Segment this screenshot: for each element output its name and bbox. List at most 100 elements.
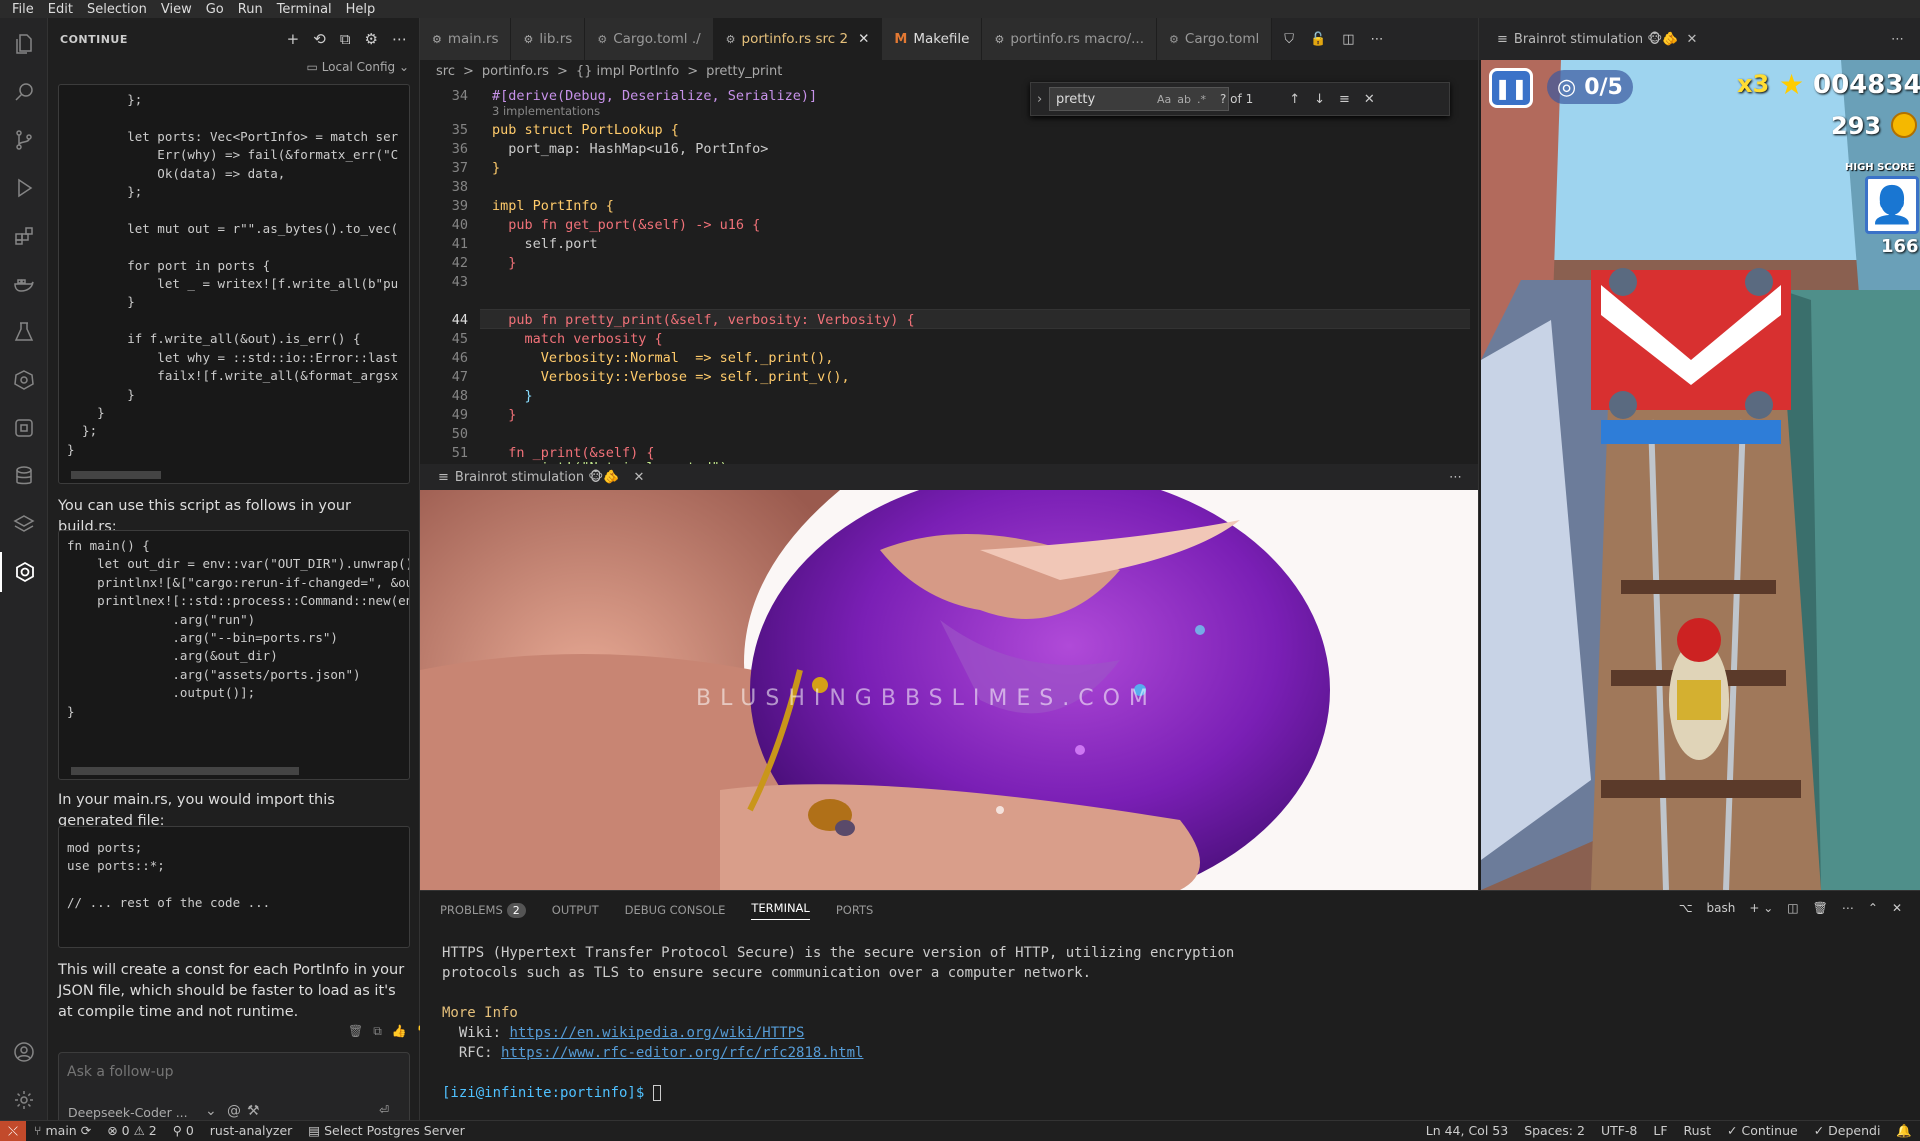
match-case-icon[interactable]: Aa: [1157, 93, 1171, 106]
docker-icon[interactable]: [0, 264, 48, 304]
avatar[interactable]: 👤: [1865, 176, 1919, 234]
branch-indicator[interactable]: ⑂ main ⟳: [26, 1123, 99, 1138]
dependi-status[interactable]: ✓ Dependi: [1806, 1123, 1889, 1138]
menu-selection[interactable]: Selection: [81, 2, 155, 17]
close-icon[interactable]: ✕: [1364, 92, 1375, 107]
encoding[interactable]: UTF-8: [1593, 1123, 1645, 1138]
code-block-3[interactable]: mod ports; use ports::*; // ... rest of …: [58, 826, 410, 948]
tab-terminal[interactable]: TERMINAL: [751, 901, 810, 920]
filter-icon[interactable]: ⛉: [1284, 32, 1294, 47]
problems-indicator[interactable]: ⊗ 0 ⚠ 2: [99, 1123, 165, 1138]
new-session-icon[interactable]: +: [287, 30, 300, 48]
indentation[interactable]: Spaces: 2: [1516, 1123, 1593, 1138]
tab-cargo-toml-2[interactable]: ⚙ Cargo.toml: [1157, 18, 1273, 60]
arrow-up-icon[interactable]: ↑: [1289, 92, 1300, 107]
shell-name[interactable]: bash: [1707, 901, 1736, 915]
tab-portinfo-macro[interactable]: ⚙ portinfo.rs macro/...: [982, 18, 1158, 60]
tab-lib-rs[interactable]: ⚙ lib.rs: [511, 18, 586, 60]
lock-icon[interactable]: 🔓: [1310, 32, 1326, 47]
terminal-output[interactable]: HTTPS (Hypertext Transfer Protocol Secur…: [442, 943, 1234, 1103]
game-panel-title[interactable]: Brainrot stimulation 🐵🫵: [1514, 32, 1679, 47]
layers-icon[interactable]: [0, 504, 48, 544]
explorer-icon[interactable]: [0, 24, 48, 64]
breadcrumb-src[interactable]: src: [436, 64, 455, 79]
close-icon[interactable]: ✕: [1686, 32, 1697, 47]
rfc-link[interactable]: https://www.rfc-editor.org/rfc/rfc2818.h…: [501, 1045, 863, 1061]
tab-makefile[interactable]: M Makefile: [882, 18, 983, 60]
breadcrumb-impl[interactable]: {} impl PortInfo: [576, 64, 679, 79]
pause-button[interactable]: ❚❚: [1489, 68, 1533, 108]
postgres-selector[interactable]: ▤ Select Postgres Server: [300, 1123, 472, 1138]
remote-indicator-icon[interactable]: ⤬: [0, 1120, 27, 1141]
enter-icon[interactable]: ⏎: [379, 1103, 389, 1117]
tools-icon[interactable]: ⚒: [247, 1103, 260, 1119]
notifications-bell-icon[interactable]: 🔔: [1888, 1123, 1920, 1139]
more-icon[interactable]: ⋯: [1449, 470, 1462, 485]
history-icon[interactable]: ⟲: [313, 30, 326, 48]
codelens[interactable]: 3 implementations: [492, 104, 600, 118]
code-block-1[interactable]: }; let ports: Vec<PortInfo> = match ser …: [58, 84, 410, 484]
testing-icon[interactable]: [0, 312, 48, 352]
find-in-selection-icon[interactable]: ≡: [1339, 92, 1350, 107]
follow-up-input[interactable]: [67, 1061, 397, 1083]
ports-indicator[interactable]: ⚲ 0: [165, 1123, 202, 1138]
run-debug-icon[interactable]: [0, 168, 48, 208]
continue-status[interactable]: ✓ Continue: [1719, 1123, 1806, 1138]
breadcrumb-file[interactable]: portinfo.rs: [482, 64, 549, 79]
more-icon[interactable]: ⋯: [392, 30, 407, 48]
split-editor-icon[interactable]: ◫: [1342, 32, 1354, 47]
more-icon[interactable]: ⋯: [1371, 32, 1384, 47]
arrow-down-icon[interactable]: ↓: [1314, 92, 1325, 107]
settings-gear-icon[interactable]: [0, 1080, 48, 1120]
extensions-icon[interactable]: [0, 216, 48, 256]
tab-portinfo-rs[interactable]: ⚙ portinfo.rs src 2 ✕: [713, 18, 883, 60]
menu-view[interactable]: View: [155, 2, 200, 17]
more-icon[interactable]: ⋯: [1842, 901, 1854, 915]
code-editor[interactable]: 34 #[derive(Debug, Deserialize, Serializ…: [420, 84, 1478, 464]
thumbs-up-icon[interactable]: 👍: [392, 1024, 407, 1039]
language-mode[interactable]: Rust: [1676, 1123, 1719, 1138]
local-config-dropdown[interactable]: ▭ Local Config ⌄: [307, 60, 409, 74]
video-panel-title[interactable]: Brainrot stimulation 🐵🫵: [455, 470, 620, 485]
tab-output[interactable]: OUTPUT: [552, 903, 599, 917]
trash-icon[interactable]: 🗑: [1813, 901, 1828, 915]
regex-icon[interactable]: .*: [1197, 93, 1206, 106]
tab-ports[interactable]: PORTS: [836, 903, 873, 917]
chevron-right-icon[interactable]: ›: [1037, 92, 1042, 107]
menu-run[interactable]: Run: [232, 2, 271, 17]
code-block-1-scrollbar[interactable]: [71, 471, 161, 479]
code-block-2[interactable]: fn main() { let out_dir = env::var("OUT_…: [58, 530, 410, 780]
open-external-icon[interactable]: ⧉: [340, 30, 351, 48]
maximize-icon[interactable]: ⌃: [1868, 901, 1878, 915]
continue-icon[interactable]: [0, 552, 48, 592]
rust-analyzer-status[interactable]: rust-analyzer: [202, 1123, 301, 1138]
new-terminal-icon[interactable]: + ⌄: [1749, 901, 1773, 915]
menu-go[interactable]: Go: [200, 2, 232, 17]
gear-icon[interactable]: ⚙: [365, 30, 378, 48]
tab-problems[interactable]: PROBLEMS 2: [440, 902, 526, 918]
close-icon[interactable]: ✕: [633, 470, 644, 485]
tab-debug-console[interactable]: DEBUG CONSOLE: [625, 903, 726, 917]
menu-help[interactable]: Help: [340, 2, 384, 17]
menu-terminal[interactable]: Terminal: [271, 2, 340, 17]
more-icon[interactable]: ⋯: [1891, 32, 1904, 47]
source-control-icon[interactable]: [0, 120, 48, 160]
kubernetes-icon[interactable]: [0, 360, 48, 400]
search-icon[interactable]: [0, 72, 48, 112]
whole-word-icon[interactable]: ab: [1177, 93, 1191, 106]
database-icon[interactable]: [0, 456, 48, 496]
line-ending[interactable]: LF: [1645, 1123, 1675, 1138]
remote-icon[interactable]: [0, 408, 48, 448]
breadcrumb-fn[interactable]: pretty_print: [706, 64, 782, 79]
cursor-position[interactable]: Ln 44, Col 53: [1418, 1123, 1516, 1138]
subway-game[interactable]: ❚❚ ◎ 0/5 x3 ★ 004834 293 HIGH SCORE 👤 166: [1481, 60, 1920, 890]
trash-icon[interactable]: 🗑: [348, 1024, 363, 1039]
chevron-down-icon[interactable]: ⌄: [205, 1103, 217, 1119]
split-terminal-icon[interactable]: ◫: [1787, 901, 1798, 915]
missions-counter[interactable]: ◎ 0/5: [1547, 70, 1633, 104]
at-mention-icon[interactable]: @: [227, 1103, 241, 1119]
tab-main-rs[interactable]: ⚙ main.rs: [420, 18, 512, 60]
model-selector[interactable]: Deepseek-Coder ...: [68, 1105, 188, 1120]
close-icon[interactable]: ✕: [858, 31, 869, 47]
code-block-2-scrollbar[interactable]: [71, 767, 299, 775]
